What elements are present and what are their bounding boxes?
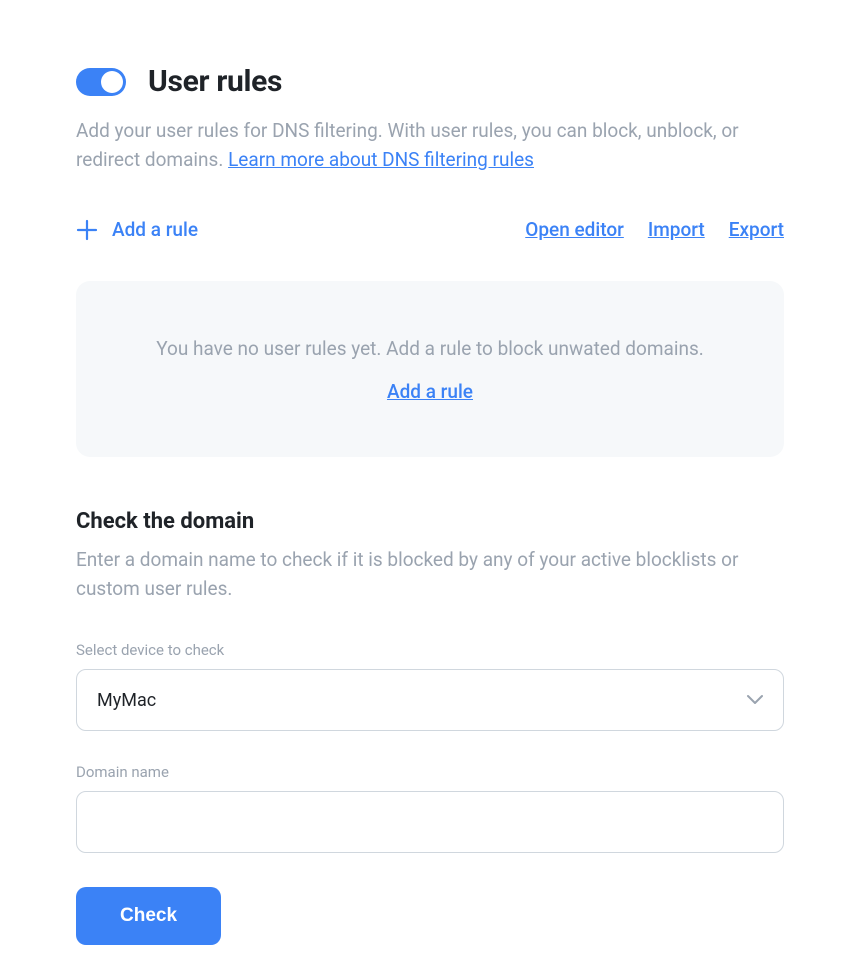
add-rule-label: Add a rule xyxy=(112,218,198,241)
domain-input[interactable] xyxy=(76,791,784,853)
toolbar-right: Open editor Import Export xyxy=(525,218,784,241)
toolbar: Add a rule Open editor Import Export xyxy=(76,218,784,241)
user-rules-toggle[interactable] xyxy=(76,68,126,96)
empty-state-message: You have no user rules yet. Add a rule t… xyxy=(106,337,754,360)
device-select-label: Select device to check xyxy=(76,641,784,659)
check-domain-desc: Enter a domain name to check if it is bl… xyxy=(76,546,756,603)
plus-icon xyxy=(76,219,98,241)
page-title: User rules xyxy=(148,64,282,99)
export-link[interactable]: Export xyxy=(729,218,784,241)
empty-state-add-rule-link[interactable]: Add a rule xyxy=(387,380,473,403)
page-subtitle: Add your user rules for DNS filtering. W… xyxy=(76,117,756,174)
device-select-value: MyMac xyxy=(97,690,156,711)
domain-input-label: Domain name xyxy=(76,763,784,781)
add-rule-button[interactable]: Add a rule xyxy=(76,218,198,241)
import-link[interactable]: Import xyxy=(648,218,705,241)
check-button[interactable]: Check xyxy=(76,887,221,945)
toggle-knob xyxy=(101,71,123,93)
user-rules-panel: User rules Add your user rules for DNS f… xyxy=(0,0,860,964)
device-select-wrap: MyMac xyxy=(76,669,784,731)
check-domain-title: Check the domain xyxy=(76,509,784,534)
device-select[interactable]: MyMac xyxy=(76,669,784,731)
header-row: User rules xyxy=(76,64,784,99)
learn-more-link[interactable]: Learn more about DNS filtering rules xyxy=(228,148,534,171)
empty-state: You have no user rules yet. Add a rule t… xyxy=(76,281,784,457)
open-editor-link[interactable]: Open editor xyxy=(525,218,624,241)
